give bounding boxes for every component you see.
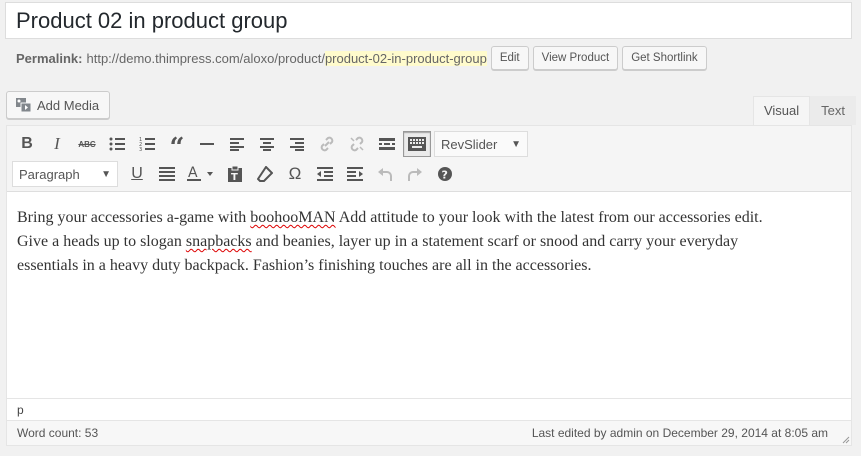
text-span: Add attitude to your look with the lates… (335, 209, 763, 226)
svg-text:?: ? (442, 169, 448, 182)
media-icon (15, 97, 33, 113)
toolbar-row-1: B I ABC 123 “ RevSlider ▼ (12, 130, 528, 163)
read-more-button[interactable] (372, 130, 402, 158)
strikethrough-icon: ABC (78, 139, 96, 149)
justify-icon (159, 167, 175, 181)
resize-handle-icon[interactable] (840, 434, 850, 444)
post-status-info: Word count: 53 Last edited by admin on D… (7, 420, 851, 445)
blockquote-button[interactable]: “ (162, 130, 192, 163)
bullet-list-button[interactable] (102, 130, 132, 158)
clear-formatting-button[interactable] (250, 160, 280, 188)
toolbar-row-2: Paragraph ▼ U A T Ω ? (12, 160, 460, 188)
align-left-icon (230, 138, 244, 151)
revslider-label: RevSlider (441, 136, 498, 152)
post-title-input[interactable]: Product 02 in product group (5, 2, 852, 39)
undo-button[interactable] (370, 160, 400, 188)
omega-icon: Ω (288, 164, 302, 183)
chevron-down-icon: ▼ (511, 138, 521, 150)
blockquote-icon: “ (169, 133, 185, 163)
help-button[interactable]: ? (430, 160, 460, 188)
tab-visual[interactable]: Visual (752, 96, 811, 125)
horizontal-line-icon (200, 143, 214, 145)
misspelled-word[interactable]: boohooMAN (250, 209, 335, 226)
add-media-button[interactable]: Add Media (6, 91, 110, 119)
indent-icon (347, 167, 363, 181)
editor-toolbar: B I ABC 123 “ RevSlider ▼ Paragraph ▼ U … (7, 126, 851, 192)
text-color-button[interactable]: A (182, 160, 220, 188)
text-color-icon: A (187, 166, 213, 181)
eraser-icon (257, 166, 273, 182)
paste-text-icon: T (228, 166, 242, 182)
horizontal-line-button[interactable] (192, 130, 222, 158)
editor: B I ABC 123 “ RevSlider ▼ Paragraph ▼ U … (6, 125, 852, 446)
element-path: p (7, 398, 851, 420)
format-select[interactable]: Paragraph ▼ (12, 161, 118, 187)
justify-button[interactable] (152, 160, 182, 188)
numbered-list-icon: 123 (139, 137, 155, 151)
toolbar-toggle-button[interactable] (403, 131, 431, 157)
unlink-icon (350, 136, 364, 152)
editor-content-area[interactable]: Bring your accessories a-game with booho… (7, 192, 851, 398)
tab-text[interactable]: Text (810, 96, 856, 125)
outdent-button[interactable] (310, 160, 340, 188)
paragraph: Bring your accessories a-game with booho… (17, 206, 841, 278)
editor-tabs: Visual Text (752, 96, 856, 125)
chevron-down-icon: ▼ (101, 168, 111, 180)
align-center-icon (260, 138, 274, 151)
format-select-value: Paragraph (19, 166, 80, 182)
get-shortlink-button[interactable]: Get Shortlink (622, 46, 707, 70)
align-right-icon (290, 138, 304, 151)
word-count: Word count: 53 (17, 426, 99, 440)
svg-text:T: T (231, 172, 238, 182)
permalink-bar: Permalink: http://demo.thimpress.com/alo… (16, 46, 707, 70)
align-left-button[interactable] (222, 130, 252, 158)
bold-icon: B (21, 135, 33, 152)
bold-button[interactable]: B (12, 130, 42, 158)
outdent-icon (317, 167, 333, 181)
svg-text:3: 3 (139, 147, 142, 151)
help-icon: ? (438, 167, 452, 182)
underline-button[interactable]: U (122, 160, 152, 188)
indent-button[interactable] (340, 160, 370, 188)
permalink-label: Permalink: (16, 50, 83, 66)
numbered-list-button[interactable]: 123 (132, 130, 162, 158)
path-item[interactable]: p (17, 403, 24, 417)
read-more-icon (379, 138, 395, 150)
italic-button[interactable]: I (42, 130, 72, 158)
insert-link-button[interactable] (312, 130, 342, 158)
add-media-label: Add Media (37, 97, 100, 113)
paste-as-text-button[interactable]: T (220, 160, 250, 188)
last-edited: Last edited by admin on December 29, 201… (531, 426, 828, 440)
link-icon (320, 136, 334, 152)
text-span: Give a heads up to slogan (17, 233, 186, 250)
revslider-dropdown[interactable]: RevSlider ▼ (434, 131, 528, 157)
text-span: essentials in a heavy duty backpack. Fas… (17, 257, 592, 274)
permalink-base-url: http://demo.thimpress.com/aloxo/product/ (86, 50, 325, 66)
misspelled-word[interactable]: snapbacks (186, 233, 252, 250)
permalink-slug[interactable]: product-02-in-product-group (324, 50, 487, 66)
italic-icon: I (54, 134, 60, 153)
bullet-list-icon (109, 137, 125, 151)
svg-text:A: A (188, 166, 198, 181)
text-span: and beanies, layer up in a statement sca… (251, 233, 739, 250)
undo-icon (378, 168, 392, 181)
remove-link-button[interactable] (342, 130, 372, 158)
redo-icon (408, 168, 422, 181)
special-character-button[interactable]: Ω (280, 160, 310, 188)
redo-button[interactable] (400, 160, 430, 188)
edit-permalink-button[interactable]: Edit (490, 46, 529, 70)
text-span: Bring your accessories a-game with (17, 209, 251, 226)
align-right-button[interactable] (282, 130, 312, 158)
view-product-button[interactable]: View Product (532, 46, 619, 70)
align-center-button[interactable] (252, 130, 282, 158)
keyboard-icon (408, 137, 426, 151)
underline-icon: U (131, 165, 143, 182)
strikethrough-button[interactable]: ABC (72, 130, 102, 158)
